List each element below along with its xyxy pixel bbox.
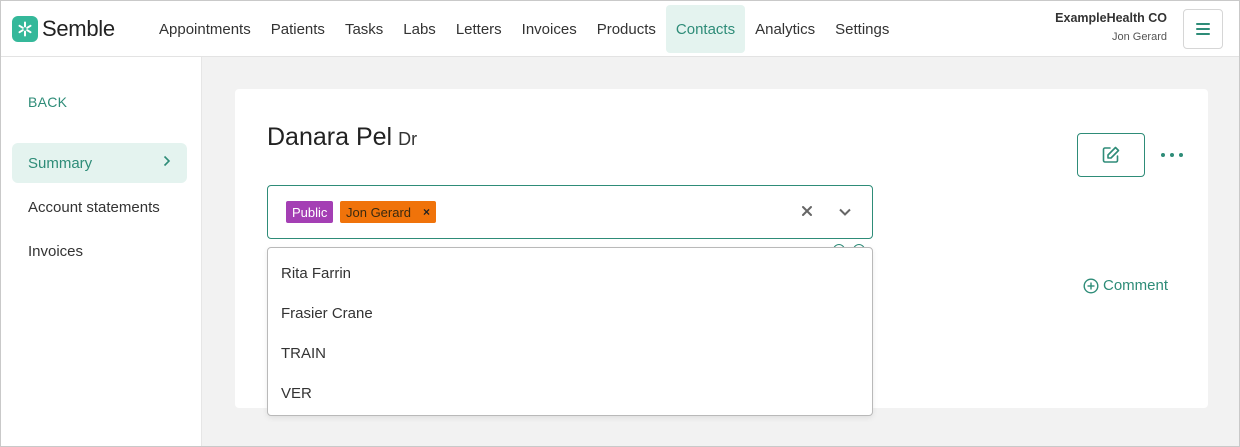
visibility-options-list: Rita Farrin Frasier Crane TRAIN VER (267, 247, 873, 416)
remove-tag-icon[interactable]: × (423, 205, 430, 219)
nav-settings[interactable]: Settings (825, 5, 899, 53)
nav-analytics[interactable]: Analytics (745, 5, 825, 53)
edit-icon (1102, 146, 1120, 163)
back-link[interactable]: BACK (28, 94, 67, 110)
top-navigation-bar: Semble Appointments Patients Tasks Labs … (1, 1, 1239, 57)
contact-title-suffix: Dr (398, 129, 418, 149)
main-nav: Appointments Patients Tasks Labs Letters… (149, 5, 899, 53)
option-frasier-crane[interactable]: Frasier Crane (268, 293, 872, 333)
sidebar-item-account-statements[interactable]: Account statements (12, 187, 187, 227)
menu-button[interactable] (1183, 9, 1223, 49)
comment-button[interactable]: Comment (1083, 277, 1168, 294)
option-rita-farrin[interactable]: Rita Farrin (268, 253, 872, 293)
org-name: ExampleHealth CO (1055, 11, 1167, 25)
sidebar-item-summary[interactable]: Summary (12, 143, 187, 183)
option-train[interactable]: TRAIN (268, 333, 872, 373)
tag-jon-gerard: Jon Gerard × (340, 201, 437, 223)
sidebar-item-label: Invoices (28, 242, 84, 260)
chevron-down-icon[interactable] (838, 207, 852, 217)
brand-name: Semble (42, 16, 115, 41)
nav-appointments[interactable]: Appointments (149, 5, 261, 53)
semble-logo[interactable]: Semble (12, 15, 115, 43)
nav-contacts[interactable]: Contacts (665, 5, 746, 53)
account-info[interactable]: ExampleHealth CO Jon Gerard (1055, 11, 1167, 43)
nav-letters[interactable]: Letters (446, 5, 512, 53)
sidebar: BACK Summary Account statements Invoices (1, 57, 202, 446)
chevron-right-icon (163, 155, 171, 167)
option-ver[interactable]: VER (268, 373, 872, 413)
hamburger-icon (1196, 23, 1210, 35)
nav-patients[interactable]: Patients (261, 5, 335, 53)
nav-products[interactable]: Products (587, 5, 666, 53)
comment-label: Comment (1103, 277, 1169, 294)
nav-invoices[interactable]: Invoices (512, 5, 587, 53)
tag-label: Jon Gerard (346, 204, 412, 220)
plus-circle-icon (1083, 277, 1099, 294)
sidebar-item-label: Account statements (28, 198, 160, 216)
contact-name: Danara Pel (267, 123, 393, 151)
clear-icon[interactable] (801, 205, 813, 217)
semble-logo-icon (12, 16, 38, 42)
more-options-button[interactable] (1161, 145, 1183, 165)
nav-labs[interactable]: Labs (393, 5, 446, 53)
user-name: Jon Gerard (1111, 31, 1167, 43)
more-horizontal-icon (1161, 153, 1165, 157)
nav-tasks[interactable]: Tasks (335, 5, 393, 53)
edit-button[interactable] (1077, 133, 1145, 177)
tag-label: Public (292, 204, 328, 220)
sidebar-item-label: Summary (28, 154, 93, 172)
sidebar-item-invoices[interactable]: Invoices (12, 231, 187, 271)
visibility-select[interactable]: Public Jon Gerard × (267, 185, 873, 239)
tag-public: Public (286, 201, 334, 223)
page-title: Danara Pel Dr (267, 123, 417, 152)
